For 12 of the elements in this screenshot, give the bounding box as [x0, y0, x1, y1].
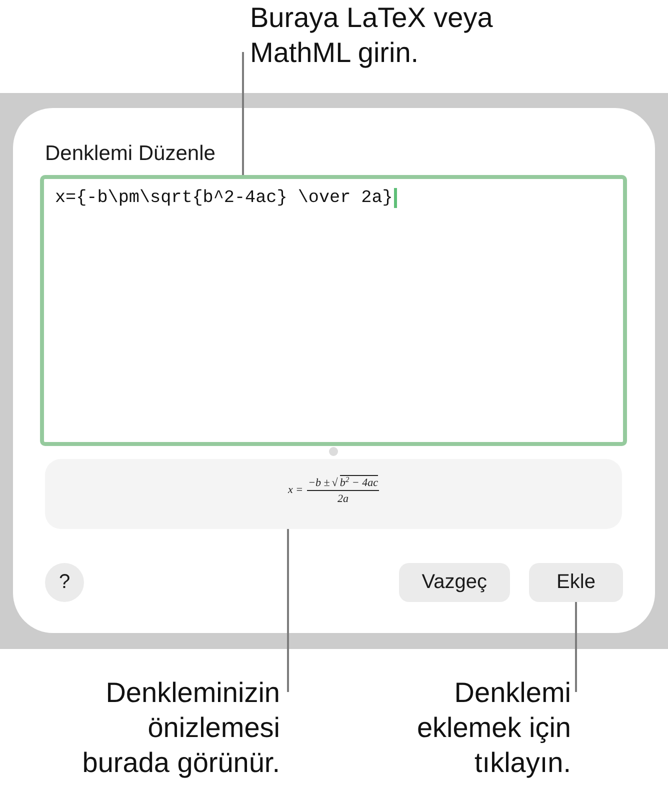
latex-code: x={-b\pm\sqrt{b^2-4ac} \over 2a}	[55, 188, 393, 208]
add-button[interactable]: Ekle	[529, 563, 623, 602]
dialog-title: Denklemi Düzenle	[45, 142, 216, 166]
help-button[interactable]: ?	[45, 563, 84, 602]
callout-text: Buraya LaTeX veya MathML girin.	[250, 1, 494, 70]
text-caret	[394, 188, 397, 208]
latex-input-field[interactable]: x={-b\pm\sqrt{b^2-4ac} \over 2a}	[40, 175, 627, 446]
rendered-equation: x = −b ± √ b$^{2}$ − 4ac 2a	[288, 475, 379, 505]
callout-text: Denkleminizin önizlemesi burada görünür.	[81, 676, 280, 780]
resize-handle-icon[interactable]	[329, 447, 338, 456]
cancel-button[interactable]: Vazgeç	[398, 563, 510, 602]
callout-text: Denklemi eklemek için tıklayın.	[416, 676, 571, 780]
